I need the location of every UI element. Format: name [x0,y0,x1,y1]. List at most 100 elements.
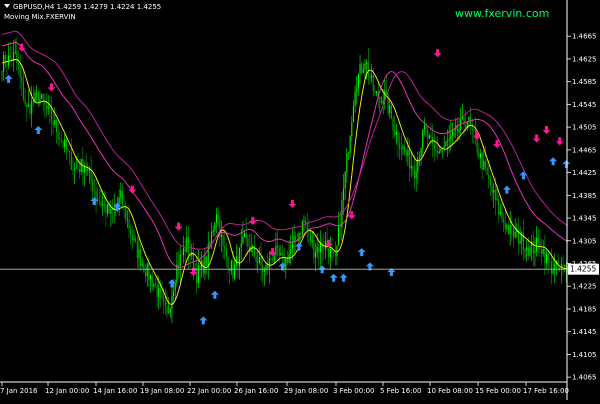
candle-body [156,284,158,297]
candle-body [552,270,554,274]
candle-body [24,99,26,105]
candle-body [169,308,171,313]
candle-body [359,64,361,75]
candle-body [346,153,348,172]
candle-body [19,68,21,77]
candle-body [521,232,523,242]
candle-body [489,178,491,187]
candle-body [559,267,561,269]
candle-body [275,245,277,256]
candle-body [29,104,31,114]
candle-body [534,251,536,253]
candle-body [402,146,404,149]
candle-body [161,293,163,298]
candle-body [39,98,41,103]
candle-body [465,125,467,128]
time-tick-label: 12 Jan 00:00 [45,387,89,395]
candle-body [136,240,138,258]
candle-body [16,51,18,64]
candle-body [92,180,94,192]
price-tick-label: 1.4065 [572,374,597,382]
candle-body [443,145,445,149]
candle-body [164,301,166,307]
price-tick-label: 1.4305 [572,237,597,245]
candle-body [311,240,313,243]
candle-body [347,153,350,154]
candle-body [501,212,503,220]
candle-body [239,247,241,267]
indicator-name: Moving Mix.FXERVIN [4,13,76,21]
candle-body [385,90,387,94]
candle-body [423,125,425,130]
candle-body [376,91,378,93]
candle-body [141,264,143,266]
candle-body [272,260,274,261]
candle-body [468,117,470,122]
chart-background [0,0,600,400]
candle-body [224,245,226,250]
candle-body [329,248,331,258]
candle-body [184,247,186,252]
candle-body [428,135,430,139]
candle-body [173,290,175,297]
candle-body [483,160,485,170]
candle-body [158,287,160,297]
candle-body [496,199,498,201]
candle-body [562,264,564,266]
candle-body [366,62,368,65]
candle-body [537,237,539,242]
candle-body [529,246,531,256]
candle-body [154,284,156,285]
candle-body [54,119,56,125]
candle-body [336,245,338,257]
candle-body [179,254,181,268]
candle-body [72,169,74,171]
candle-body [511,225,513,228]
time-tick-label: 26 Jan 16:00 [234,387,278,395]
candle-body [17,63,20,69]
candle-body [323,248,325,250]
candle-body [448,139,450,141]
candle-body [196,269,198,284]
price-tick-label: 1.4145 [572,328,597,336]
candle-body [273,255,275,261]
candle-body [379,97,381,99]
candle-body [318,246,320,252]
candle-body [334,253,336,257]
chart-window[interactable]: 1.4665 1.4625 1.4585 1.4545 1.4505 1.4465 1.44… [0,0,600,400]
candle-body [453,129,455,131]
candle-body [182,247,185,256]
candle-body [547,253,549,261]
price-tick-label: 1.4585 [572,78,597,86]
candle-body [174,283,176,291]
candle-body [151,275,153,287]
candle-body [514,231,516,237]
candle-body [415,171,417,179]
current-price-text: 1.4255 [570,265,596,274]
candle-body [445,141,447,146]
candle-body [199,265,201,268]
candle-body [427,129,429,139]
candle-body [493,189,495,193]
candle-body [31,100,33,114]
candle-body [314,251,317,258]
candle-body [121,190,123,206]
candle-body [245,233,247,239]
candle-body [400,148,402,150]
candle-body [255,256,257,263]
candle-body [227,256,229,269]
candle-body [215,214,218,223]
candle-body [494,189,496,200]
candle-body [437,150,439,154]
candle-body [1,71,3,73]
candle-body [197,265,199,284]
candle-body [257,262,259,264]
candle-body [367,62,369,76]
candle-body [339,226,341,228]
candle-body [544,249,546,264]
candle-body [145,272,147,277]
candle-body [234,264,236,279]
time-tick-label: 10 Feb 08:00 [427,387,473,395]
candle-body [105,204,107,214]
candle-body [8,55,10,66]
